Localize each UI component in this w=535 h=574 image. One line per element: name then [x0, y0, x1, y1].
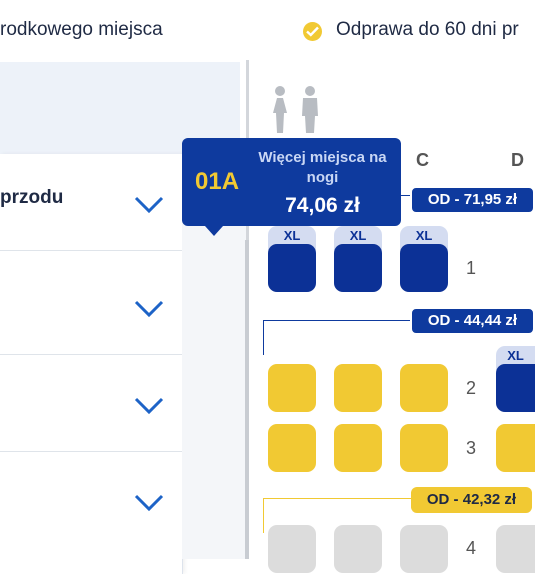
- accordion-item[interactable]: [0, 258, 182, 355]
- seat-3c[interactable]: [400, 424, 448, 472]
- row-number: 3: [466, 438, 477, 458]
- filter-accordion: przodu: [0, 154, 183, 574]
- accordion-item[interactable]: [0, 452, 182, 548]
- seat-2d[interactable]: [496, 364, 535, 412]
- check-in-text: Odprawa do 60 dni pr: [336, 19, 519, 40]
- zone-divider: [263, 320, 264, 355]
- seat-3b[interactable]: [334, 424, 382, 472]
- seat-4b[interactable]: [334, 525, 382, 573]
- seat-2a[interactable]: [268, 364, 316, 412]
- chevron-down-icon: [134, 300, 164, 318]
- tooltip-title: Więcej miejsca na nogi: [258, 149, 387, 186]
- zone-divider: [263, 320, 413, 321]
- zone-price-tag: OD - 44,44 zł: [410, 307, 535, 335]
- seat-4a[interactable]: [268, 525, 316, 573]
- seat-2b[interactable]: [334, 364, 382, 412]
- tooltip-pointer: [205, 226, 223, 236]
- seat-1b[interactable]: [334, 244, 382, 292]
- restroom-icon: [270, 85, 326, 140]
- row-number: 2: [466, 378, 477, 398]
- seat-4c[interactable]: [400, 525, 448, 573]
- zone-divider: [263, 498, 413, 499]
- row-number: 1: [466, 258, 477, 278]
- top-bar: rodkowego miejsca Odprawa do 60 dni pr: [0, 0, 535, 62]
- seat-3a[interactable]: [268, 424, 316, 472]
- chevron-down-icon: [134, 196, 164, 214]
- fuselage-wall: [245, 240, 249, 559]
- zone-price-tag: OD - 71,95 zł: [410, 186, 535, 214]
- chevron-down-icon: [134, 397, 164, 415]
- seat-1c[interactable]: [400, 244, 448, 292]
- accordion-item[interactable]: [0, 355, 182, 452]
- feature-text-middle-seat: rodkowego miejsca: [0, 19, 163, 40]
- check-circle-icon: [303, 22, 322, 41]
- seat-2c[interactable]: [400, 364, 448, 412]
- tooltip-seat-code: 01A: [195, 168, 240, 195]
- seat-1a[interactable]: [268, 244, 316, 292]
- accordion-item[interactable]: przodu: [0, 154, 182, 251]
- seat-3d[interactable]: [496, 424, 535, 472]
- column-label-c: C: [416, 150, 429, 170]
- row-number: 4: [466, 538, 477, 558]
- zone-divider: [263, 498, 264, 533]
- seat-tooltip: 01A Więcej miejsca na nogi 74,06 zł: [182, 138, 401, 226]
- tooltip-price: 74,06 zł: [285, 194, 360, 217]
- chevron-down-icon: [134, 494, 164, 512]
- seat-4d[interactable]: [496, 525, 535, 573]
- zone-price-tag: OD - 42,32 zł: [411, 487, 532, 513]
- column-label-d: D: [511, 150, 524, 170]
- accordion-item-label: przodu: [0, 187, 64, 208]
